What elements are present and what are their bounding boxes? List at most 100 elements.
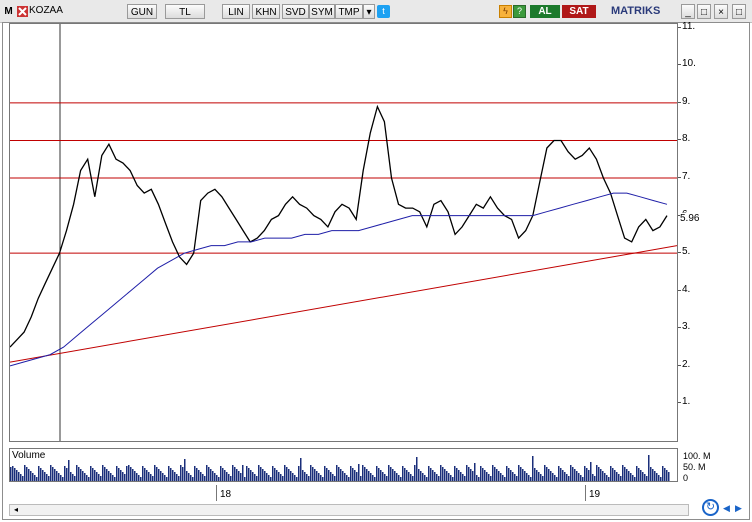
refresh-icon[interactable]: ↻ (702, 499, 719, 516)
volume-bar (92, 468, 94, 481)
volume-bar (470, 469, 472, 481)
volume-bar (200, 472, 202, 481)
volume-bar (218, 477, 220, 481)
volume-bar (82, 471, 84, 481)
volume-bar (110, 473, 112, 481)
volume-bar (422, 473, 424, 481)
khn-button[interactable]: KHN (252, 4, 280, 19)
volume-bar (474, 463, 476, 481)
volume-bar (594, 476, 596, 481)
period-button[interactable]: GUN (127, 4, 157, 19)
volume-bar (508, 468, 510, 481)
sell-button[interactable]: SAT (562, 5, 596, 18)
scale-button[interactable]: LIN (222, 4, 250, 19)
volume-bar (22, 476, 24, 481)
volume-bar (568, 476, 570, 481)
help-icon[interactable]: ? (513, 5, 526, 18)
sym-button[interactable]: SYM (309, 4, 335, 19)
horizontal-scrollbar[interactable]: ◂ (9, 504, 689, 516)
matriks-menu-button[interactable]: M (2, 4, 15, 19)
volume-bar (198, 470, 200, 481)
volume-bar (622, 465, 624, 481)
volume-bar (604, 473, 606, 481)
volume-bar (286, 467, 288, 481)
twitter-icon[interactable]: t (377, 5, 390, 18)
volume-bar (480, 466, 482, 481)
volume-bar (90, 466, 92, 481)
scroll-left-arrow-icon[interactable]: ◂ (10, 505, 22, 515)
volume-bar (590, 462, 592, 481)
volume-bar (248, 468, 250, 481)
volume-bar (548, 469, 550, 481)
volume-bar (582, 477, 584, 481)
flash-icon[interactable]: ϟ (499, 5, 512, 18)
volume-bar (210, 469, 212, 481)
symbol-icon (17, 6, 28, 17)
buy-button[interactable]: AL (530, 5, 560, 18)
volume-bar (504, 477, 506, 481)
volume-bar (412, 476, 414, 481)
volume-bar (380, 470, 382, 481)
volume-bar (310, 465, 312, 481)
volume-bar (100, 476, 102, 481)
volume-bar (558, 466, 560, 481)
price-tick-label: 11. (682, 20, 696, 32)
volume-bar (434, 472, 436, 481)
volume-bar (642, 472, 644, 481)
volume-bar (106, 469, 108, 481)
volume-bar (442, 467, 444, 481)
volume-bar (70, 472, 72, 481)
template-button[interactable]: TMP (335, 4, 363, 19)
volume-bar (88, 477, 90, 481)
volume-bar (402, 466, 404, 481)
minimize-button[interactable]: _ (681, 4, 695, 19)
volume-panel[interactable] (9, 448, 678, 482)
currency-button[interactable]: TL (165, 4, 205, 19)
price-tick-mark (678, 177, 681, 179)
volume-bar (312, 467, 314, 481)
volume-bar (332, 474, 334, 481)
volume-bar (314, 469, 316, 481)
volume-bar (182, 467, 184, 481)
volume-bar (588, 470, 590, 481)
volume-bar (372, 475, 374, 481)
volume-bar (76, 465, 78, 481)
svd-button[interactable]: SVD (282, 4, 309, 19)
volume-bar (172, 470, 174, 481)
volume-bar (176, 474, 178, 481)
volume-tick-0: 0 (683, 473, 689, 483)
volume-bar (64, 466, 66, 481)
volume-bar (302, 470, 304, 481)
volume-bar (408, 472, 410, 481)
template-dropdown-icon[interactable]: ▾ (363, 4, 375, 19)
volume-bar (38, 466, 40, 481)
volume-bar (586, 468, 588, 481)
volume-bar (456, 468, 458, 481)
symbol-label[interactable]: KOZAA (29, 5, 119, 16)
chart-toolbar: M KOZAA GUN TL LIN KHN SVD SYM TMP ▾ t ϟ… (0, 0, 752, 23)
volume-bar (472, 471, 474, 481)
price-chart-area[interactable] (9, 23, 678, 442)
volume-bar (542, 476, 544, 481)
time-tick-18: 18 (220, 489, 232, 500)
volume-bar (148, 472, 150, 481)
current-price-tag: 5.96 (680, 213, 700, 224)
volume-bar (482, 468, 484, 481)
volume-bar (562, 470, 564, 481)
volume-bar (420, 471, 422, 481)
volume-tick-100m: 100. M (683, 451, 711, 461)
price-tick-label: 8. (682, 133, 691, 145)
volume-bar (132, 469, 134, 481)
volume-bar (432, 470, 434, 481)
close-button[interactable]: × (714, 4, 728, 19)
volume-bar (96, 472, 98, 481)
scroll-forward-icon[interactable]: ▶ (735, 503, 745, 513)
scroll-back-icon[interactable]: ◀ (723, 503, 733, 513)
volume-bar (30, 471, 32, 481)
volume-bar (514, 474, 516, 481)
volume-bar (78, 467, 80, 481)
volume-bar (68, 460, 70, 481)
volume-bar (170, 468, 172, 481)
maximize-button[interactable]: □ (697, 4, 711, 19)
detach-button[interactable]: □ (732, 4, 746, 19)
